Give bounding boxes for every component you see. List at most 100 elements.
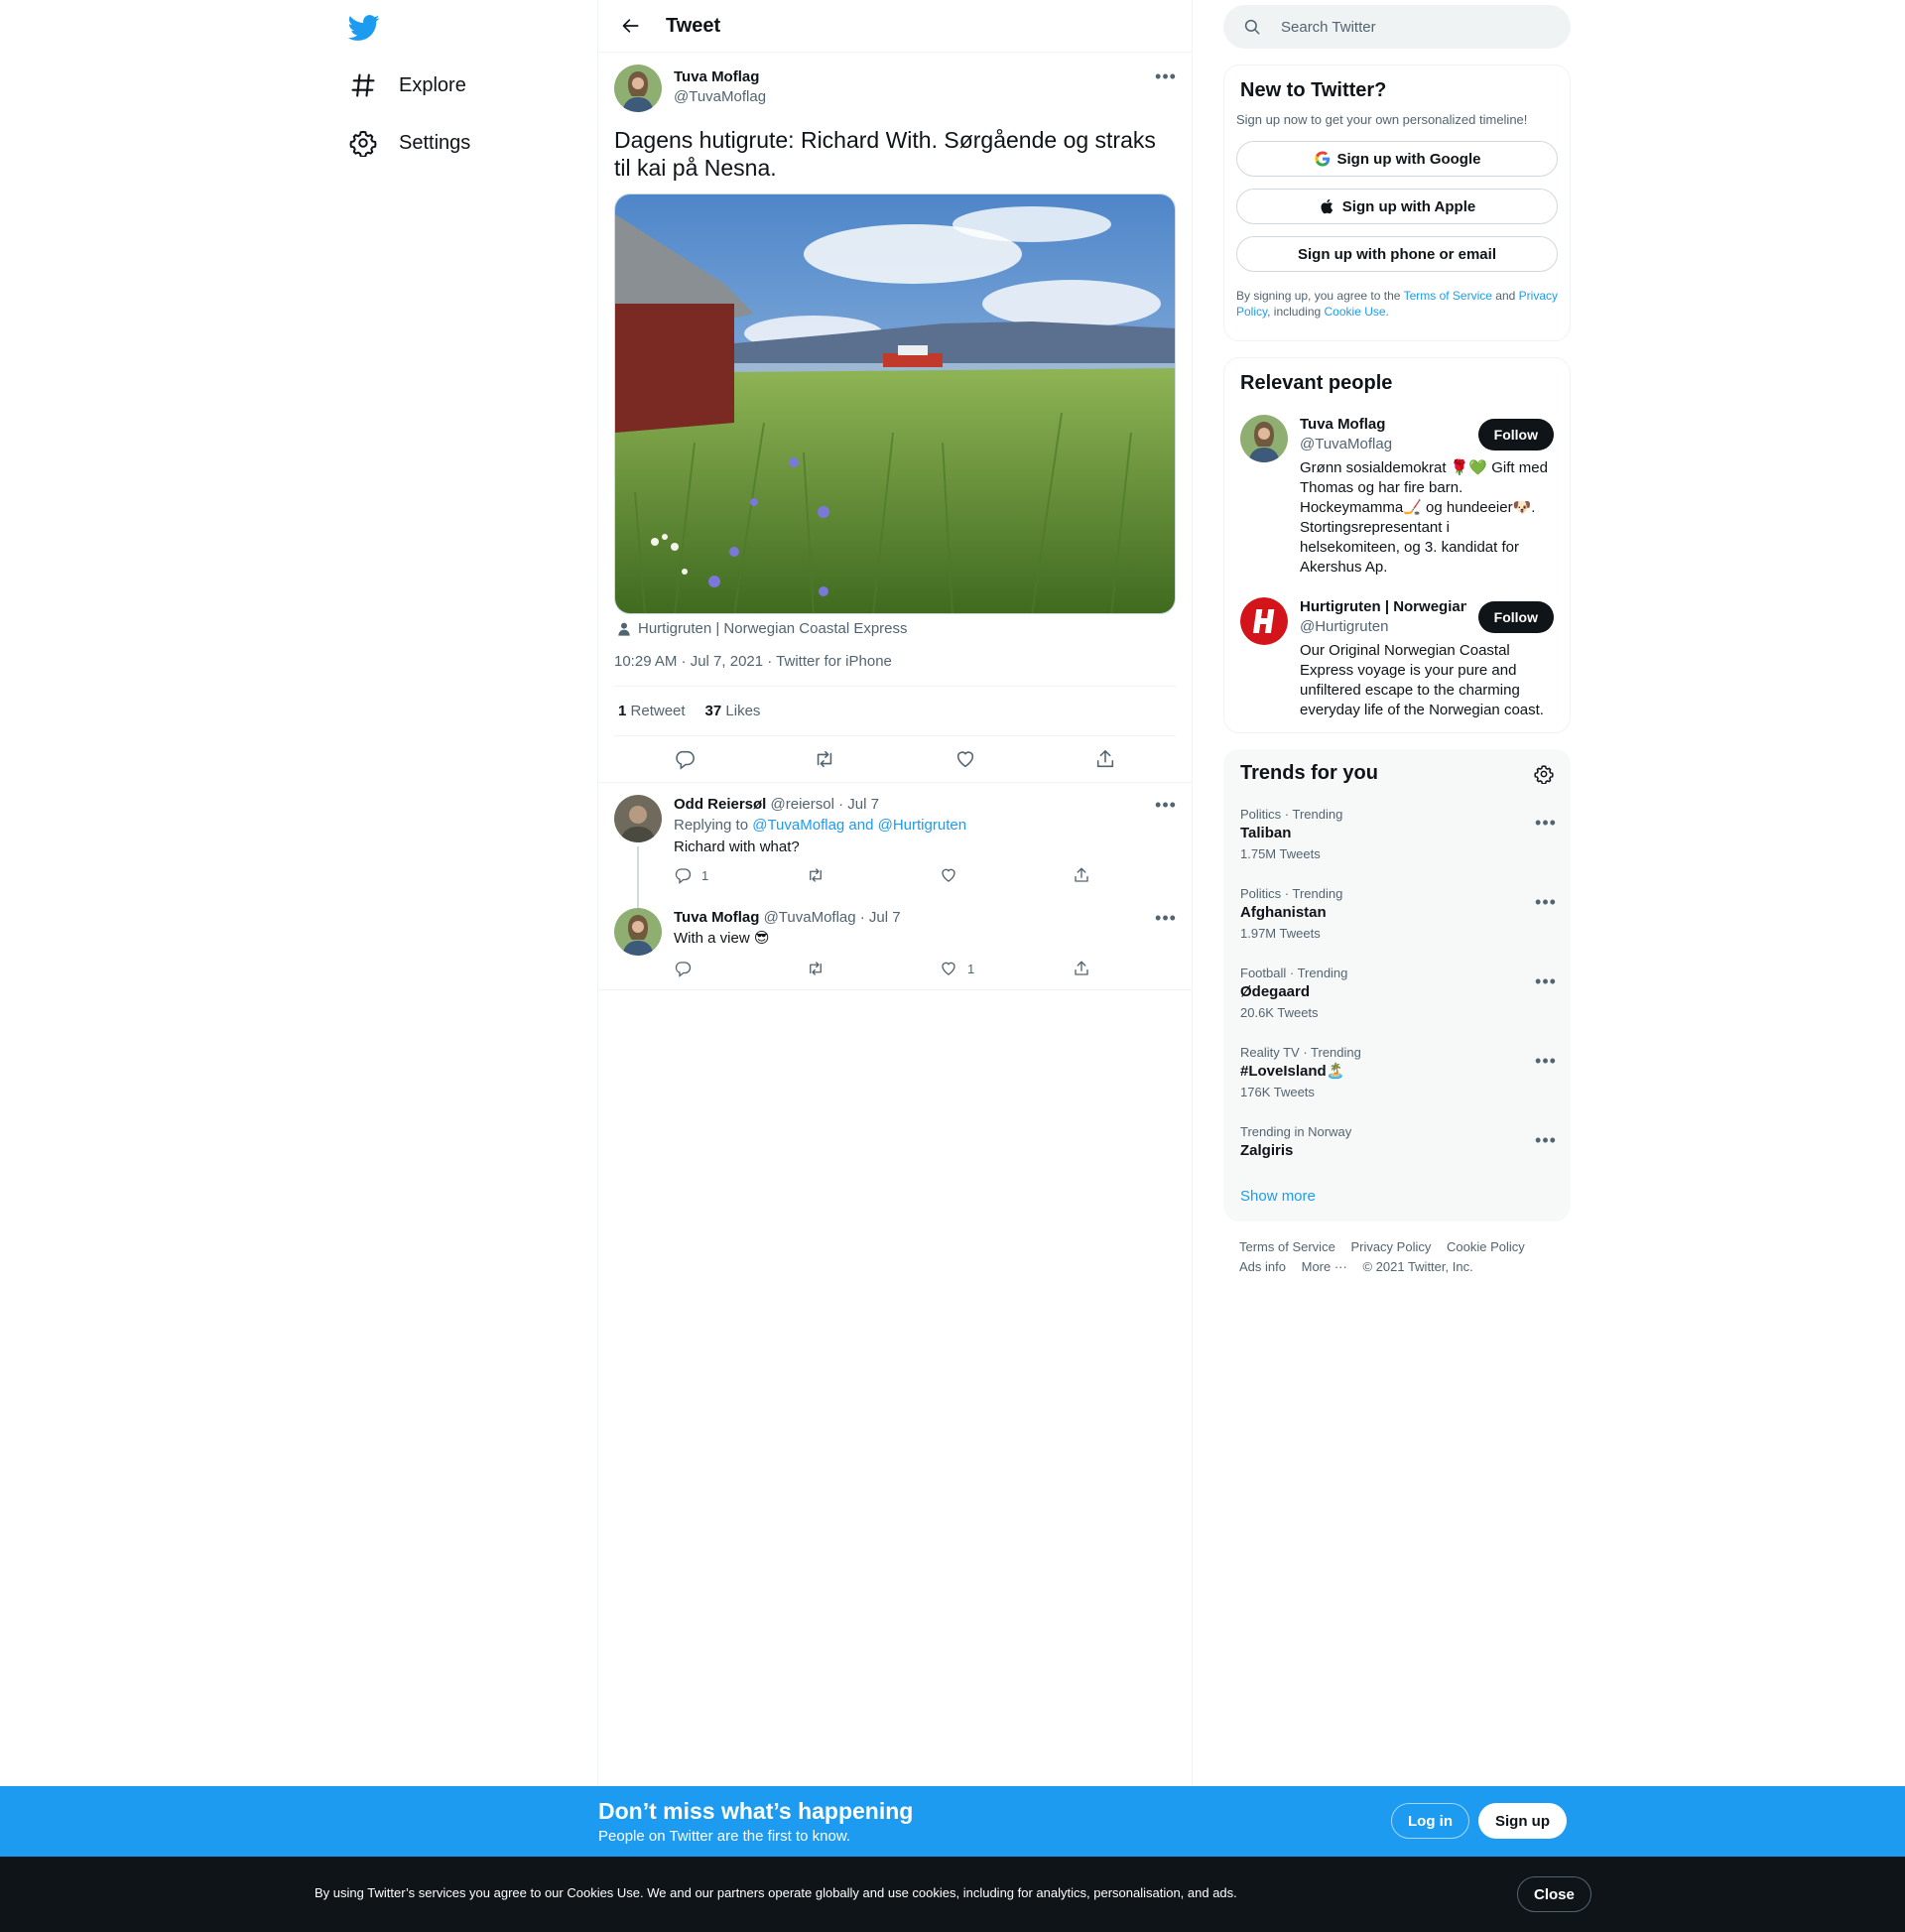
trend-item[interactable]: Politics · Trending Taliban 1.75M Tweets… <box>1240 807 1556 864</box>
trends-settings-button[interactable] <box>1534 764 1554 789</box>
retweet-button[interactable] <box>808 742 841 776</box>
replying-prefix: Replying to <box>674 817 749 834</box>
replies-list: Odd Reiersøl @reiersol · Jul 7 Replying … <box>598 782 1192 990</box>
footer-ads-link[interactable]: Ads info <box>1239 1259 1286 1274</box>
reply-count: 1 <box>701 867 709 883</box>
arrow-left-icon <box>622 19 639 33</box>
terms-text: By signing up, you agree to the Terms of… <box>1236 288 1558 320</box>
person-item[interactable]: Tuva Moflag @TuvaMoflag Grønn sosialdemo… <box>1240 415 1554 578</box>
relevant-people-card: Relevant people Tuva Moflag @TuvaMoflag … <box>1223 357 1571 733</box>
show-more-link[interactable]: Show more <box>1240 1188 1554 1205</box>
avatar[interactable] <box>614 795 662 842</box>
avatar[interactable] <box>1240 415 1288 462</box>
retweet-label: Retweet <box>630 703 686 719</box>
retweet-button[interactable] <box>807 960 940 977</box>
trend-category: Trending in Norway <box>1240 1124 1352 1139</box>
trend-item[interactable]: Trending in Norway Zalgiris ••• <box>1240 1124 1556 1162</box>
reply-item[interactable]: Tuva Moflag @TuvaMoflag · Jul 7 With a v… <box>598 896 1192 990</box>
search-input[interactable] <box>1279 17 1537 37</box>
avatar[interactable] <box>614 908 662 956</box>
banner-subtitle: People on Twitter are the first to know. <box>598 1828 851 1845</box>
like-button[interactable]: 1 <box>940 960 1073 977</box>
footer-terms-link[interactable]: Terms of Service <box>1239 1239 1335 1254</box>
cookie-banner: By using Twitter’s services you agree to… <box>0 1857 1905 1932</box>
author-handle[interactable]: @TuvaMoflag <box>674 87 766 107</box>
hashtag-icon <box>351 73 375 97</box>
footer-more-link[interactable]: More ··· <box>1302 1259 1347 1274</box>
nav-explore[interactable]: Explore <box>349 65 466 105</box>
share-button[interactable] <box>1073 960 1206 977</box>
share-button[interactable] <box>1088 742 1122 776</box>
retweet-icon <box>818 750 832 768</box>
reply-author-name[interactable]: Odd Reiersøl <box>674 796 766 813</box>
reply-button[interactable] <box>668 742 701 776</box>
tagged-people[interactable]: Hurtigruten | Norwegian Coastal Express <box>614 620 1176 637</box>
author-name[interactable]: Tuva Moflag <box>674 67 766 87</box>
gear-icon <box>349 130 377 157</box>
nav-settings[interactable]: Settings <box>349 123 470 163</box>
tweet-photo[interactable] <box>614 193 1176 614</box>
like-label: Likes <box>725 703 761 719</box>
signup-phone-label: Sign up with phone or email <box>1297 245 1496 263</box>
more-options-icon[interactable]: ••• <box>1154 906 1178 930</box>
reply-item[interactable]: Odd Reiersøl @reiersol · Jul 7 Replying … <box>598 783 1192 940</box>
cookie-use-link[interactable]: Cookie Use. <box>1325 305 1389 319</box>
more-options-icon[interactable]: ••• <box>1534 890 1558 914</box>
more-options-icon[interactable]: ••• <box>1154 793 1178 817</box>
new-to-twitter-card: New to Twitter? Sign up now to get your … <box>1223 64 1571 341</box>
person-name[interactable]: Hurtigruten | Norwegian <box>1300 597 1466 617</box>
cookie-close-button[interactable]: Close <box>1517 1876 1591 1912</box>
trend-category: Reality TV · Trending <box>1240 1045 1361 1060</box>
terms-of-service-link[interactable]: Terms of Service <box>1404 289 1492 303</box>
trend-name: #LoveIsland🏝️ <box>1240 1063 1345 1080</box>
like-button[interactable] <box>949 742 982 776</box>
replying-to-link[interactable]: @TuvaMoflag and @Hurtigruten <box>752 817 966 834</box>
like-stat[interactable]: 37 Likes <box>705 703 761 719</box>
like-button[interactable] <box>940 866 1073 884</box>
page-title: Tweet <box>666 14 721 37</box>
footer-copyright: © 2021 Twitter, Inc. <box>1362 1259 1473 1274</box>
reply-handle-date[interactable]: @reiersol · Jul 7 <box>771 796 879 813</box>
login-button[interactable]: Log in <box>1391 1803 1469 1839</box>
share-button[interactable] <box>1073 866 1206 884</box>
share-icon <box>1075 867 1088 882</box>
avatar[interactable] <box>1240 597 1288 645</box>
footer-cookie-link[interactable]: Cookie Policy <box>1447 1239 1525 1254</box>
more-options-icon[interactable]: ••• <box>1154 64 1178 88</box>
signup-apple-button[interactable]: Sign up with Apple <box>1236 189 1558 224</box>
trend-item[interactable]: Politics · Trending Afghanistan 1.97M Tw… <box>1240 886 1556 944</box>
reply-text: With a view 😎 <box>674 930 770 947</box>
more-options-icon[interactable]: ••• <box>1534 811 1558 835</box>
reply-button[interactable] <box>674 960 807 977</box>
search-box[interactable] <box>1223 5 1571 49</box>
back-button[interactable] <box>614 9 648 43</box>
person-item[interactable]: Hurtigruten | Norwegian @Hurtigruten Our… <box>1240 597 1554 720</box>
retweet-button[interactable] <box>807 866 940 884</box>
reply-handle-date[interactable]: @TuvaMoflag · Jul 7 <box>764 909 901 926</box>
retweet-stat[interactable]: 1 Retweet <box>618 703 686 719</box>
card-title: New to Twitter? <box>1240 79 1387 101</box>
nav-settings-label: Settings <box>399 131 471 154</box>
trend-item[interactable]: Football · Trending Ødegaard 20.6K Tweet… <box>1240 966 1556 1023</box>
reply-author-name[interactable]: Tuva Moflag <box>674 909 759 926</box>
more-options-icon[interactable]: ••• <box>1534 1128 1558 1152</box>
signup-google-label: Sign up with Google <box>1336 150 1481 168</box>
signup-phone-button[interactable]: Sign up with phone or email <box>1236 236 1558 272</box>
reply-icon <box>675 962 692 977</box>
person-bio: Our Original Norwegian Coastal Express v… <box>1300 642 1544 718</box>
reply-text: Richard with what? <box>674 838 800 855</box>
reply-button[interactable]: 1 <box>674 866 807 884</box>
follow-button[interactable]: Follow <box>1477 419 1554 451</box>
heart-icon <box>942 962 955 975</box>
follow-button[interactable]: Follow <box>1477 601 1554 633</box>
tweet-meta: 10:29 AM · Jul 7, 2021 · Twitter for iPh… <box>614 653 1176 687</box>
more-options-icon[interactable]: ••• <box>1534 969 1558 993</box>
twitter-logo-icon[interactable] <box>348 12 380 44</box>
footer-privacy-link[interactable]: Privacy Policy <box>1350 1239 1431 1254</box>
trend-item[interactable]: Reality TV · Trending #LoveIsland🏝️ 176K… <box>1240 1045 1556 1102</box>
avatar[interactable] <box>614 64 662 112</box>
more-options-icon[interactable]: ••• <box>1534 1049 1558 1073</box>
person-name[interactable]: Tuva Moflag <box>1300 415 1466 435</box>
signup-google-button[interactable]: Sign up with Google <box>1236 141 1558 177</box>
signup-button[interactable]: Sign up <box>1478 1803 1567 1839</box>
